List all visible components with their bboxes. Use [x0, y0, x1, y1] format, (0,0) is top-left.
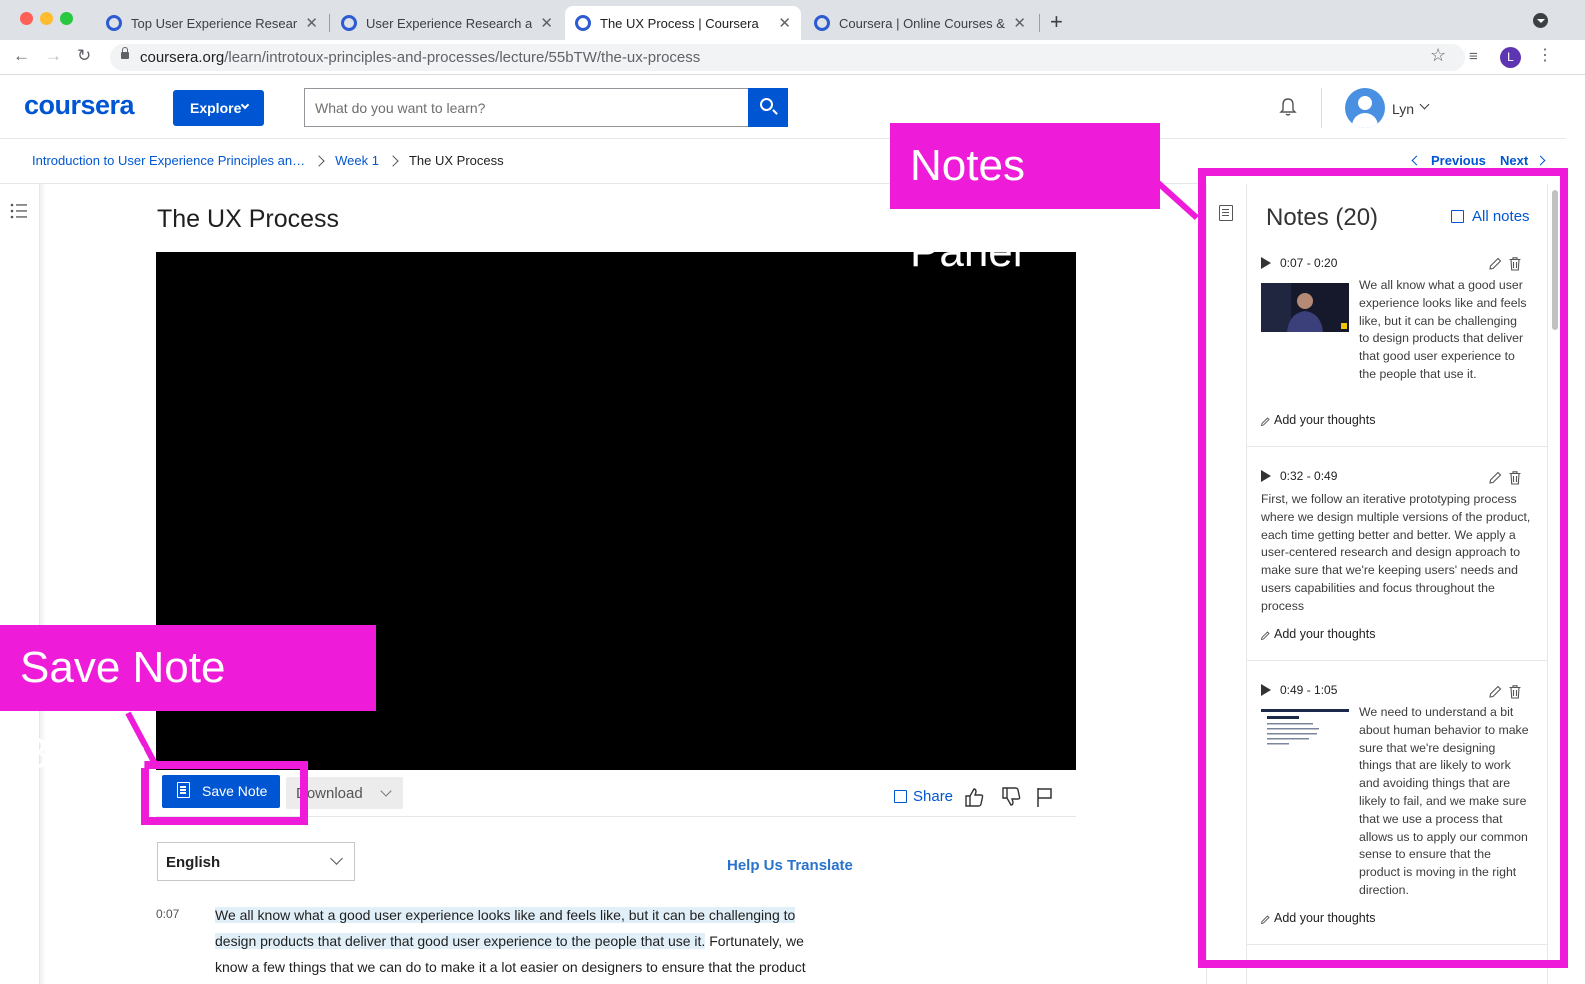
chevron-right-icon[interactable]	[1535, 155, 1546, 166]
new-tab-icon[interactable]: +	[1050, 9, 1063, 35]
chevron-down-icon	[380, 785, 392, 797]
minimize-window-button[interactable]	[40, 12, 53, 25]
header-divider	[1321, 88, 1322, 128]
browser-tab-active[interactable]: The UX Process | Coursera ✕	[565, 6, 801, 40]
chevron-right-icon	[313, 154, 325, 167]
username[interactable]: Lyn	[1392, 101, 1414, 117]
browser-menu-icon[interactable]: ⋮	[1537, 45, 1553, 65]
browser-tab-bar: Top User Experience Research ✕ User Expe…	[0, 0, 1585, 40]
tab-search-icon[interactable]	[1533, 13, 1548, 28]
share-button[interactable]: Share	[913, 788, 953, 805]
reading-list-icon[interactable]: ≡	[1469, 48, 1478, 65]
close-tab-icon[interactable]: ✕	[305, 14, 318, 32]
help-us-translate-link[interactable]: Help Us Translate	[727, 857, 853, 874]
coursera-favicon-icon	[341, 15, 357, 31]
course-menu-rail	[0, 184, 40, 984]
site-header: coursera Explore What do you want to lea…	[0, 76, 1566, 139]
notes-panel-annotation-label: Notes Panel	[890, 123, 1160, 276]
search-icon	[760, 98, 773, 111]
chevron-down-icon[interactable]	[1419, 99, 1430, 110]
save-note-annotation-label: Save Note Button	[0, 625, 376, 778]
browser-tab[interactable]: Top User Experience Research ✕	[96, 6, 328, 40]
tab-separator	[329, 14, 330, 32]
maximize-window-button[interactable]	[60, 12, 73, 25]
chevron-right-icon	[387, 154, 399, 167]
reload-icon[interactable]: ↻	[77, 46, 91, 66]
browser-toolbar: ← → ↻ coursera.org/learn/introtoux-princ…	[0, 40, 1585, 75]
rail-shadow	[40, 184, 46, 984]
breadcrumb-course-link[interactable]: Introduction to User Experience Principl…	[32, 153, 305, 168]
search-button[interactable]	[748, 88, 788, 127]
tab-separator	[1039, 14, 1040, 32]
chevron-left-icon[interactable]	[1411, 155, 1422, 166]
chevron-down-icon	[330, 852, 343, 865]
page-title: The UX Process	[157, 205, 340, 233]
next-link[interactable]: Next	[1500, 153, 1528, 168]
thumbs-down-icon[interactable]	[1000, 786, 1022, 808]
save-note-highlight-box	[141, 761, 308, 825]
coursera-logo[interactable]: coursera	[24, 90, 135, 121]
transcript-timestamp[interactable]: 0:07	[156, 907, 179, 921]
previous-link[interactable]: Previous	[1431, 153, 1486, 168]
coursera-favicon-icon	[814, 15, 830, 31]
browser-tab[interactable]: Coursera | Online Courses & Cr ✕	[804, 6, 1036, 40]
breadcrumb-current: The UX Process	[408, 153, 504, 168]
bookmark-star-icon[interactable]: ☆	[1430, 45, 1446, 66]
browser-tab[interactable]: User Experience Research and ✕	[331, 6, 563, 40]
back-arrow-icon[interactable]: ←	[13, 46, 30, 66]
breadcrumb-week-link[interactable]: Week 1	[335, 153, 379, 168]
chevron-down-icon	[240, 100, 250, 110]
search-input[interactable]: What do you want to learn?	[304, 88, 748, 127]
lock-icon[interactable]	[121, 47, 129, 59]
breadcrumb: Introduction to User Experience Principl…	[32, 153, 504, 168]
close-tab-icon[interactable]: ✕	[778, 14, 791, 32]
browser-profile-avatar[interactable]: L	[1500, 47, 1521, 68]
user-avatar[interactable]	[1345, 88, 1385, 128]
close-window-button[interactable]	[20, 12, 33, 25]
close-tab-icon[interactable]: ✕	[1013, 14, 1026, 32]
share-icon[interactable]	[894, 790, 907, 803]
transcript-text[interactable]: We all know what a good user experience …	[215, 902, 840, 980]
coursera-favicon-icon	[575, 15, 591, 31]
thumbs-up-icon[interactable]	[963, 786, 985, 808]
annotation-connector	[1153, 178, 1199, 221]
language-select[interactable]: English	[157, 842, 355, 881]
explore-button[interactable]: Explore	[173, 90, 264, 126]
course-outline-icon[interactable]	[10, 203, 28, 219]
address-bar[interactable]: coursera.org/learn/introtoux-principles-…	[110, 44, 1465, 71]
flag-icon[interactable]	[1034, 786, 1056, 808]
notes-panel-highlight-box	[1198, 168, 1568, 968]
notification-bell-icon[interactable]	[1278, 97, 1298, 117]
close-tab-icon[interactable]: ✕	[540, 14, 553, 32]
coursera-favicon-icon	[106, 15, 122, 31]
forward-arrow-icon[interactable]: →	[45, 46, 62, 66]
